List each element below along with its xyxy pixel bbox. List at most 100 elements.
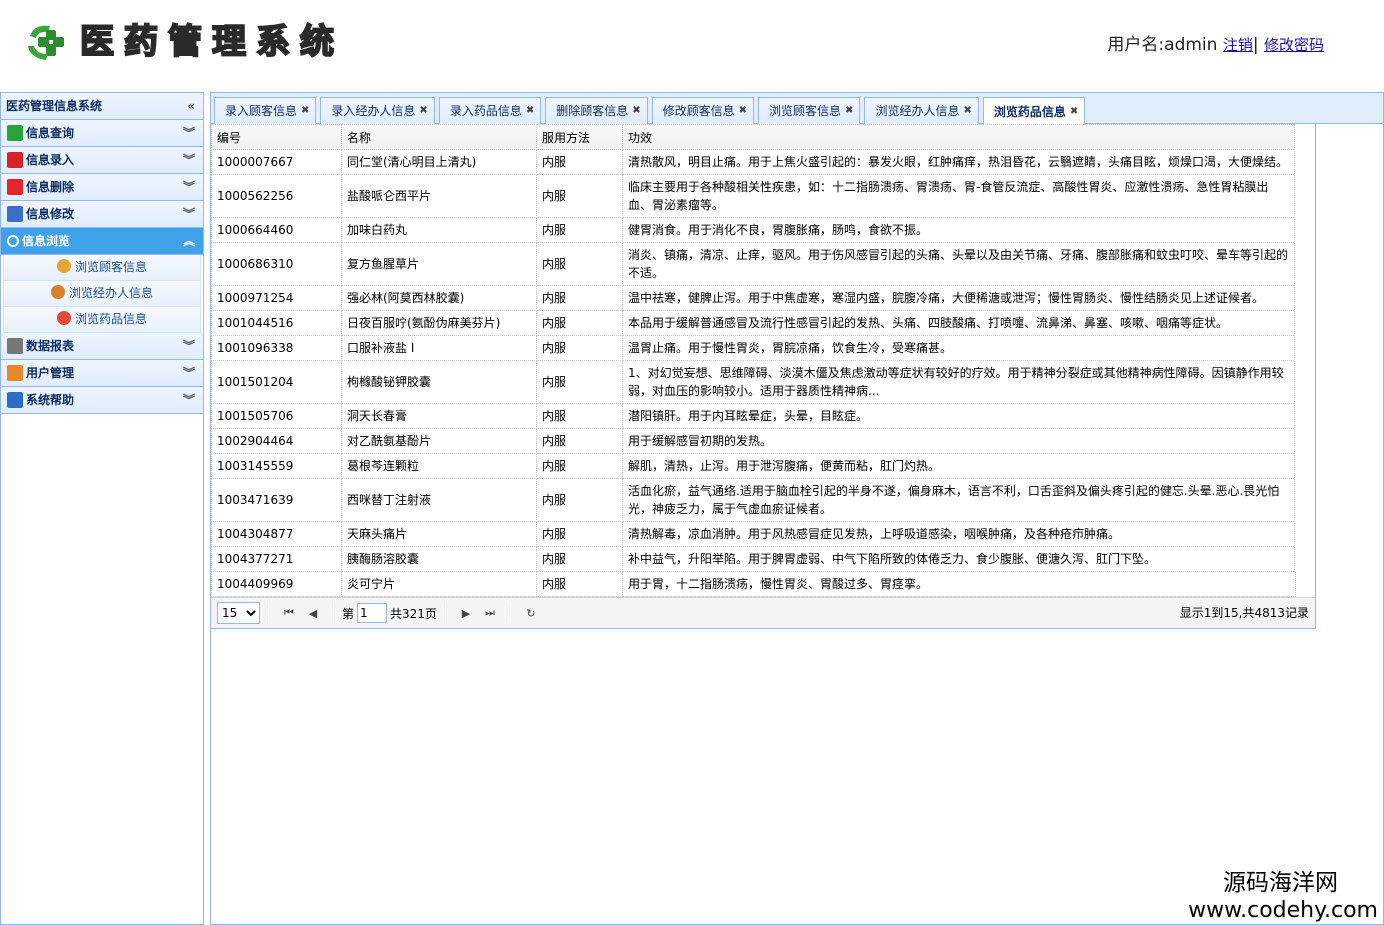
- table-cell: 1000007667: [211, 149, 342, 175]
- title-char: 药: [123, 21, 160, 63]
- sidebar-item-7[interactable]: 系统帮助 ︾: [1, 387, 203, 414]
- grid-scroll-area: [1294, 124, 1315, 572]
- table-row[interactable]: 1001044516 日夜百服咛(氨酚伪麻美芬片) 内服 本品用于缓解普通感冒及流行性…: [211, 310, 1296, 336]
- table-cell: 内服: [536, 335, 623, 361]
- sidebar-item-3[interactable]: 信息修改 ︾: [1, 201, 203, 228]
- table-cell: 1001505706: [211, 403, 342, 429]
- table-cell: 内服: [536, 403, 623, 429]
- table-row[interactable]: 1004409969 炎可宁片 内服 用于胃，十二指肠溃疡，慢性胃炎、胃酸过多、胃痉挛…: [211, 571, 1296, 597]
- sidebar-item-6[interactable]: 用户管理 ︾: [1, 360, 203, 387]
- table-row[interactable]: 1000971254 强必林(阿莫西林胶囊) 内服 温中祛寒，健脾止泻。用于中焦虚寒，…: [211, 285, 1296, 311]
- table-cell: 枸橼酸铋钾胶囊: [341, 360, 537, 404]
- query-icon: [7, 125, 23, 141]
- chevron-down-icon[interactable]: ︾: [183, 147, 195, 173]
- medicine-table: 编号 名称 服用方法 功效 1000007667 同仁堂(清心明目上清丸) 内服 清热散风，…: [211, 124, 1296, 597]
- close-tab-icon[interactable]: ✖: [845, 98, 853, 124]
- table-row[interactable]: 1000007667 同仁堂(清心明目上清丸) 内服 清热散风，明目止痛。用于上焦火盛…: [211, 149, 1296, 175]
- chevron-down-icon[interactable]: ︾: [183, 201, 195, 227]
- tab-4[interactable]: 修改顾客信息 ✖: [651, 97, 755, 124]
- chevron-up-icon[interactable]: ︽: [183, 228, 195, 254]
- table-row[interactable]: 1003471639 西咪替丁注射液 内服 活血化瘀，益气通络.适用于脑血栓引起的半身…: [211, 478, 1296, 522]
- title-char: 理: [211, 21, 248, 63]
- logo-cross-icon: [28, 25, 64, 60]
- watermark: 源码海洋网 www.codehy.com: [1188, 868, 1378, 924]
- delete-icon: [7, 179, 23, 195]
- sidebar-header: 医药管理信息系统 «: [1, 93, 203, 120]
- chevron-down-icon[interactable]: ︾: [183, 333, 195, 359]
- title-char: 统: [299, 21, 336, 63]
- logout-link[interactable]: 注销: [1223, 36, 1253, 54]
- pager-separator: [268, 603, 269, 623]
- customer-icon: [56, 259, 71, 273]
- close-tab-icon[interactable]: ✖: [526, 98, 534, 124]
- table-row[interactable]: 1002904464 对乙酰氨基酚片 内服 用于缓解感冒初期的发热。: [211, 428, 1296, 454]
- column-header[interactable]: 编号: [211, 124, 342, 150]
- change-password-link[interactable]: 修改密码: [1264, 36, 1324, 54]
- table-cell: 日夜百服咛(氨酚伪麻美芬片): [341, 310, 537, 336]
- close-tab-icon[interactable]: ✖: [301, 98, 309, 124]
- tab-label: 浏览药品信息: [993, 104, 1066, 119]
- table-row[interactable]: 1000686310 复方鱼腥草片 内服 消炎、镇痛，清凉、止痒，驱风。用于伤风感冒引…: [211, 242, 1296, 286]
- table-cell: 1000971254: [211, 285, 342, 311]
- table-cell: 口服补液盐 I: [341, 335, 537, 361]
- table-cell: 内服: [536, 428, 623, 454]
- page-size-select[interactable]: 15: [217, 602, 260, 624]
- last-page-icon[interactable]: ⏭: [481, 606, 499, 620]
- pager-info: 显示1到15,共4813记录: [1179, 606, 1309, 620]
- page-number-input[interactable]: [357, 603, 388, 623]
- tab-0[interactable]: 录入顾客信息 ✖: [214, 97, 317, 124]
- chevron-down-icon[interactable]: ︾: [183, 120, 195, 146]
- sub-item-0[interactable]: 浏览顾客信息: [3, 255, 201, 281]
- tab-5[interactable]: 浏览顾客信息 ✖: [758, 97, 861, 124]
- tab-label: 录入经办人信息: [331, 104, 416, 118]
- table-row[interactable]: 1001096338 口服补液盐 I 内服 温胃止痛。用于慢性胃炎，胃脘凉痛，饮食生冷…: [211, 335, 1296, 361]
- collapse-sidebar-icon[interactable]: «: [187, 93, 195, 119]
- tab-2[interactable]: 录入药品信息 ✖: [438, 97, 542, 124]
- close-tab-icon[interactable]: ✖: [1070, 99, 1078, 125]
- next-page-icon[interactable]: ▶: [457, 607, 475, 620]
- table-cell: 同仁堂(清心明目上清丸): [341, 149, 537, 175]
- table-row[interactable]: 1004304877 天麻头痛片 内服 清热解毒，凉血消肿。用于风热感冒症见发热，上呼…: [211, 521, 1296, 547]
- table-cell: 消炎、镇痛，清凉、止痒，驱风。用于伤风感冒引起的头痛、头晕以及由关节痛、牙痛、腹…: [622, 242, 1296, 286]
- pager-separator: [509, 603, 511, 623]
- close-tab-icon[interactable]: ✖: [419, 98, 427, 124]
- refresh-icon[interactable]: ↻: [522, 607, 540, 620]
- tab-label: 录入顾客信息: [225, 104, 298, 118]
- sidebar-item-2[interactable]: 信息删除 ︾: [1, 174, 203, 201]
- pager-separator: [333, 603, 334, 623]
- sidebar-title: 医药管理信息系统: [6, 99, 103, 113]
- tab-3[interactable]: 删除顾客信息 ✖: [545, 97, 648, 124]
- chevron-down-icon[interactable]: ︾: [183, 174, 195, 200]
- chevron-down-icon[interactable]: ︾: [183, 360, 195, 386]
- table-cell: 内服: [536, 149, 623, 175]
- tab-label: 修改顾客信息: [662, 104, 735, 118]
- column-header[interactable]: 名称: [341, 124, 537, 150]
- first-page-icon[interactable]: ⏮: [280, 606, 298, 620]
- table-row[interactable]: 1000664460 加味白药丸 内服 健胃消食。用于消化不良，胃腹胀痛，肠鸣，食欲不…: [211, 217, 1296, 243]
- tab-7[interactable]: 浏览药品信息 ✖: [982, 97, 1086, 125]
- column-header[interactable]: 功效: [622, 124, 1296, 150]
- tab-6[interactable]: 浏览经办人信息 ✖: [864, 97, 979, 124]
- close-tab-icon[interactable]: ✖: [739, 98, 747, 124]
- tab-1[interactable]: 录入经办人信息 ✖: [320, 97, 435, 124]
- table-cell: 1003145559: [211, 453, 342, 479]
- chevron-down-icon[interactable]: ︾: [183, 387, 195, 413]
- table-cell: 1003471639: [211, 478, 342, 522]
- table-row[interactable]: 1004377271 胰酶肠溶胶囊 内服 补中益气，升阳举陷。用于脾胃虚弱、中气下陷所…: [211, 546, 1296, 572]
- table-cell: 健胃消食。用于消化不良，胃腹胀痛，肠鸣，食欲不振。: [622, 217, 1296, 243]
- sidebar-item-0[interactable]: 信息查询 ︾: [1, 120, 203, 147]
- prev-page-icon[interactable]: ◀: [304, 607, 322, 620]
- table-row[interactable]: 1003145559 葛根芩连颗粒 内服 解肌，清热，止泻。用于泄泻腹痛，便黄而粘，肛…: [211, 453, 1296, 479]
- sidebar-item-1[interactable]: 信息录入 ︾: [1, 147, 203, 174]
- sidebar-item-4[interactable]: 信息浏览 ︽: [1, 228, 203, 255]
- table-row[interactable]: 1001505706 洞天长春膏 内服 潜阳镇肝。用于内耳眩晕症，头晕，目眩症。: [211, 403, 1296, 429]
- sub-item-label: 浏览经办人信息: [68, 286, 153, 300]
- close-tab-icon[interactable]: ✖: [963, 98, 971, 124]
- sub-item-1[interactable]: 浏览经办人信息: [3, 281, 201, 307]
- close-tab-icon[interactable]: ✖: [632, 98, 640, 124]
- sub-item-2[interactable]: 浏览药品信息: [3, 307, 201, 333]
- table-row[interactable]: 1001501204 枸橼酸铋钾胶囊 内服 1、对幻觉妄想、思维障碍、淡漠木僵及焦虑激…: [211, 360, 1296, 404]
- table-row[interactable]: 1000562256 盐酸哌仑西平片 内服 临床主要用于各种酸相关性疾患，如：十二指肠…: [211, 174, 1296, 218]
- sidebar-item-5[interactable]: 数据报表 ︾: [1, 333, 203, 360]
- column-header[interactable]: 服用方法: [536, 124, 623, 150]
